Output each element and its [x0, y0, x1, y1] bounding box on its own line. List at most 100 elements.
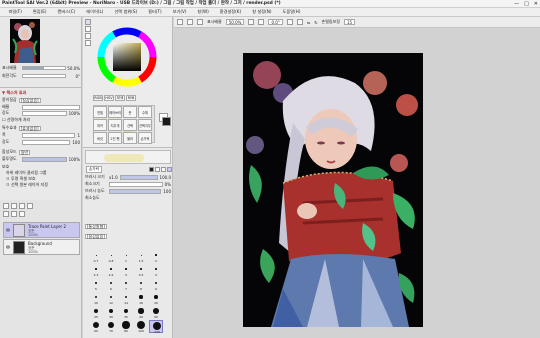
eye-icon[interactable]	[6, 228, 10, 232]
layer-item[interactable]: Trace Paint Layer 2 표준 100%	[3, 222, 80, 238]
select-all-icon[interactable]	[177, 19, 183, 25]
tool-button[interactable]: 마커	[93, 119, 107, 131]
brush-texture-select[interactable]: [질감없음]	[85, 233, 107, 239]
navigator-thumbnail[interactable]	[10, 19, 40, 63]
color-wheel[interactable]	[97, 27, 157, 87]
tool-button[interactable]: 블러	[123, 132, 137, 144]
minimize-button[interactable]: —	[514, 1, 519, 7]
lock-icon[interactable]	[19, 211, 25, 217]
tool-button[interactable]: 선택지우개	[138, 119, 152, 131]
brush-size-cell[interactable]: 3	[119, 264, 133, 277]
brush-size-cell[interactable]: 40	[134, 306, 148, 319]
opacity-slider[interactable]	[22, 156, 67, 162]
menu-window[interactable]: 창(W)	[192, 9, 214, 15]
deselect-icon[interactable]	[187, 19, 193, 25]
brush-size-cell[interactable]: 1.5	[134, 250, 148, 263]
brush-size-cell[interactable]: 0.8	[104, 250, 118, 263]
brush-size-cell[interactable]: 35	[119, 306, 133, 319]
effect-intensity-slider[interactable]	[22, 139, 71, 145]
brush-size-cell[interactable]: 2.3	[89, 264, 103, 277]
rgb-slider-mode-icon[interactable]	[85, 26, 91, 32]
menu-help[interactable]: 도움말(H)	[277, 9, 306, 15]
brush-size-cell[interactable]: 12	[104, 292, 118, 305]
brush-size-cell[interactable]: 80	[119, 320, 133, 333]
new-layer-icon[interactable]	[3, 203, 9, 209]
brush-size-cell[interactable]: 20	[149, 292, 163, 305]
brush-size-cell[interactable]: 2	[149, 250, 163, 263]
brush-size-cell[interactable]: 16	[134, 292, 148, 305]
tool-button[interactable]: 붓	[123, 106, 137, 118]
menu-window-settings[interactable]: 창 설정(N)	[247, 9, 277, 15]
color-wheel-mode-icon[interactable]	[85, 19, 91, 25]
special-effect-select[interactable]: [효과없음]	[18, 125, 41, 131]
menu-layer[interactable]: 레이어(L)	[81, 9, 109, 15]
close-button[interactable]: ✕	[534, 1, 538, 7]
tool-button[interactable]: 2진 펜	[108, 132, 122, 144]
brush-shape-icon-4[interactable]	[166, 167, 172, 172]
brush-size-cell[interactable]: 30	[104, 306, 118, 319]
brush-size-cell[interactable]: 4	[149, 264, 163, 277]
tool-button[interactable]: 버킷	[93, 132, 107, 144]
copy-layer-icon[interactable]	[19, 203, 25, 209]
new-folder-icon[interactable]	[11, 203, 17, 209]
strength-slider[interactable]	[22, 110, 67, 116]
brush-shape-icon-1[interactable]	[148, 167, 154, 172]
tool-button[interactable]: 에어브러시	[108, 106, 122, 118]
zoom-out-icon[interactable]	[248, 19, 255, 25]
paper-texture-select[interactable]: [질감없음]	[18, 97, 41, 103]
brush-size-cell[interactable]: 25	[89, 306, 103, 319]
brush-size-cell[interactable]: 14	[119, 292, 133, 305]
tool-button[interactable]: 수채	[138, 106, 152, 118]
rotate-right-icon[interactable]	[296, 19, 303, 25]
zoom-in-icon[interactable]	[258, 19, 265, 25]
canvas-area[interactable]	[174, 28, 540, 338]
navigator-zoom-slider[interactable]	[22, 66, 66, 70]
brush-size-slider[interactable]	[119, 174, 158, 180]
eye-icon[interactable]	[6, 245, 10, 249]
brush-size-cell[interactable]: 0.7	[89, 250, 103, 263]
tool-button[interactable]: 연필	[93, 106, 107, 118]
stabilizer-select[interactable]: 15	[343, 19, 356, 25]
flip-button[interactable]: ⇋	[307, 20, 310, 25]
brush-size-cell[interactable]: 8	[134, 278, 148, 291]
brush-size-cell[interactable]: 10	[89, 292, 103, 305]
menu-edit[interactable]: 편집(E)	[27, 9, 52, 15]
effect-width-slider[interactable]	[22, 132, 76, 138]
brush-size-cell[interactable]: 1	[119, 250, 133, 263]
brush-size-cell[interactable]: 50	[149, 306, 163, 319]
tab-complement[interactable]: 보색	[115, 95, 125, 101]
merge-down-icon[interactable]	[3, 211, 9, 217]
scale-slider[interactable]	[22, 104, 80, 110]
brush-size-mult[interactable]: x1.0	[109, 175, 118, 180]
canvas-zoom-input[interactable]: 50.0%	[225, 19, 245, 25]
brush-size-cell[interactable]: 100	[134, 320, 148, 333]
menu-filter[interactable]: 필터(T)	[143, 9, 168, 15]
menu-selection[interactable]: 선택 범위(S)	[109, 9, 143, 15]
navigator-angle-slider[interactable]	[22, 74, 66, 78]
min-size-slider[interactable]	[109, 181, 163, 187]
rotate-left-icon[interactable]	[286, 19, 293, 25]
tool-mode-select[interactable]: 손가락	[86, 166, 102, 173]
tab-rgb[interactable]: RGB	[93, 95, 103, 101]
brush-size-cell[interactable]: 2.6	[104, 264, 118, 277]
texture-effect-section[interactable]: ▼ 텍스처 효과	[2, 90, 26, 96]
maximize-button[interactable]: □	[524, 1, 529, 7]
canvas-angle-input[interactable]: 0.0°	[268, 19, 283, 25]
artwork-canvas[interactable]	[243, 53, 423, 327]
brush-size-cell[interactable]: 5	[89, 278, 103, 291]
delete-layer-icon[interactable]	[27, 203, 33, 209]
clear-layer-icon[interactable]	[11, 211, 17, 217]
brush-size-cell[interactable]: 9	[149, 278, 163, 291]
swatches-mode-icon[interactable]	[85, 40, 91, 46]
layer-item[interactable]: Background 표준 100%	[3, 239, 80, 255]
menu-preferences[interactable]: 환경설정(K)	[214, 9, 246, 15]
invert-selection-icon[interactable]	[197, 19, 203, 25]
brush-shape-icon-2[interactable]	[154, 167, 160, 172]
brush-size-cell[interactable]: 3.5	[134, 264, 148, 277]
foreground-color-swatch[interactable]	[162, 117, 171, 126]
menu-file[interactable]: 파일(F)	[3, 9, 27, 15]
tool-button[interactable]: 선택	[123, 119, 137, 131]
brush-shape-icon-3[interactable]	[160, 167, 166, 172]
rotate-reset-button[interactable]: ↻	[314, 20, 317, 25]
brush-size-cell[interactable]: 7	[119, 278, 133, 291]
